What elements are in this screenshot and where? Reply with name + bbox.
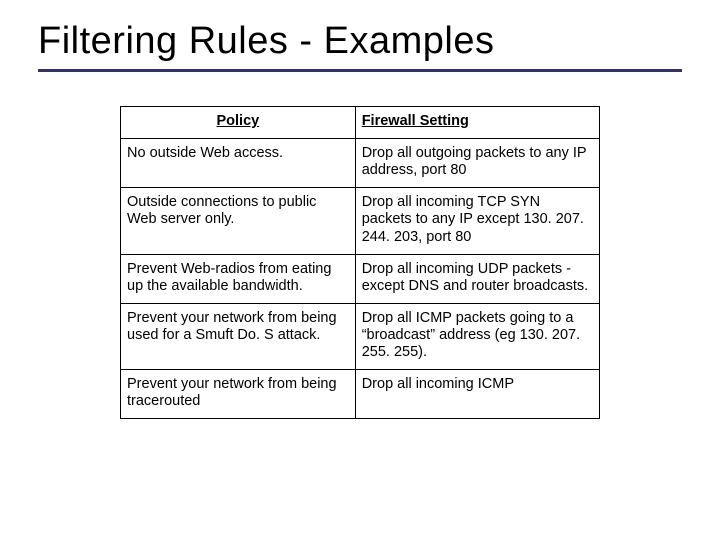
page-title: Filtering Rules - Examples <box>38 20 682 72</box>
cell-policy: Prevent Web-radios from eating up the av… <box>121 254 356 303</box>
cell-setting: Drop all incoming TCP SYN packets to any… <box>355 188 599 254</box>
table-wrap: Policy Firewall Setting No outside Web a… <box>38 106 682 419</box>
cell-policy: Prevent your network from being used for… <box>121 303 356 369</box>
rules-table: Policy Firewall Setting No outside Web a… <box>120 106 600 419</box>
cell-policy: No outside Web access. <box>121 139 356 188</box>
cell-policy: Outside connections to public Web server… <box>121 188 356 254</box>
cell-setting: Drop all outgoing packets to any IP addr… <box>355 139 599 188</box>
header-setting: Firewall Setting <box>355 107 599 139</box>
table-header-row: Policy Firewall Setting <box>121 107 600 139</box>
table-row: Prevent your network from being tracerou… <box>121 370 600 419</box>
slide: Filtering Rules - Examples Policy Firewa… <box>0 0 720 540</box>
table-row: Prevent Web-radios from eating up the av… <box>121 254 600 303</box>
header-policy: Policy <box>121 107 356 139</box>
cell-setting: Drop all incoming UDP packets - except D… <box>355 254 599 303</box>
cell-setting: Drop all ICMP packets going to a “broadc… <box>355 303 599 369</box>
cell-setting: Drop all incoming ICMP <box>355 370 599 419</box>
table-row: Prevent your network from being used for… <box>121 303 600 369</box>
cell-policy: Prevent your network from being tracerou… <box>121 370 356 419</box>
table-row: No outside Web access. Drop all outgoing… <box>121 139 600 188</box>
table-row: Outside connections to public Web server… <box>121 188 600 254</box>
